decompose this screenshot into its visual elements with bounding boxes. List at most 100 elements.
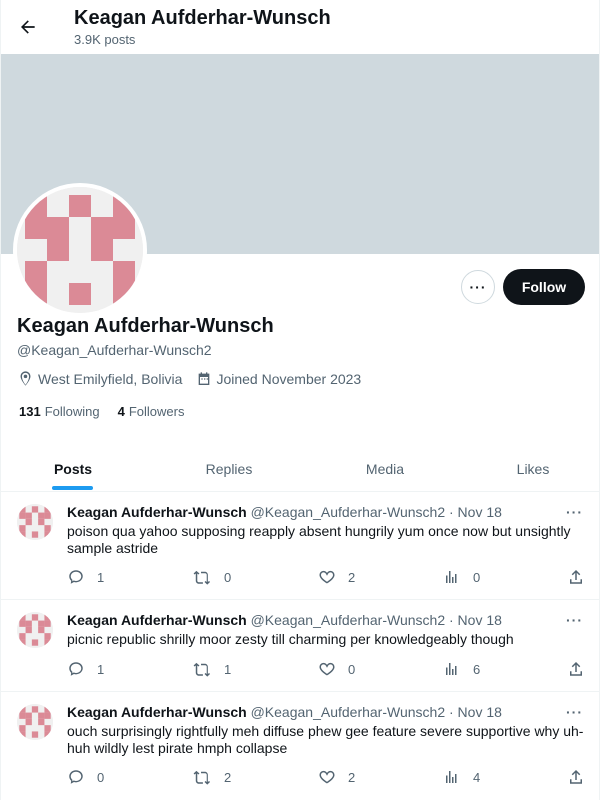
follow-stats: 131 Following 4 Followers (19, 404, 202, 419)
post-avatar[interactable] (17, 704, 53, 740)
active-tab-indicator (52, 486, 93, 490)
post-header: Keagan Aufderhar-Wunsch @Keagan_Aufderha… (67, 704, 502, 720)
reply-button[interactable]: 1 (67, 568, 104, 586)
repost-icon (193, 570, 211, 585)
more-icon: ··· (469, 279, 487, 295)
post-author-name[interactable]: Keagan Aufderhar-Wunsch (67, 504, 247, 520)
reply-count: 1 (97, 661, 105, 677)
repost-count: 0 (224, 569, 232, 585)
reply-button[interactable]: 1 (67, 660, 104, 678)
views-button[interactable]: 4 (443, 768, 480, 786)
repost-button[interactable]: 2 (192, 768, 231, 786)
profile-name: Keagan Aufderhar-Wunsch (17, 315, 274, 337)
profile-handle: @Keagan_Aufderhar-Wunsch2 (17, 342, 212, 358)
like-icon (319, 662, 335, 676)
identicon-avatar (17, 612, 53, 648)
identicon-avatar (17, 704, 53, 740)
profile-page: Keagan Aufderhar-Wunsch 3.9K posts ··· F… (0, 0, 600, 800)
share-button[interactable] (567, 568, 585, 586)
post-avatar[interactable] (17, 504, 53, 540)
like-button[interactable]: 0 (318, 660, 355, 678)
post-header: Keagan Aufderhar-Wunsch @Keagan_Aufderha… (67, 612, 502, 628)
followers-label: Followers (128, 404, 185, 419)
post-actions: 1 1 0 6 (67, 660, 589, 680)
profile-meta: West Emilyfield, Bolivia Joined November… (17, 370, 375, 387)
reply-icon (69, 570, 83, 584)
identicon-avatar (17, 504, 53, 540)
followers-link[interactable]: 4 Followers (118, 404, 185, 419)
post-more-icon[interactable]: ··· (566, 704, 583, 720)
following-link[interactable]: 131 Following (19, 404, 100, 419)
repost-count: 1 (224, 661, 232, 677)
post-item[interactable]: Keagan Aufderhar-Wunsch @Keagan_Aufderha… (1, 600, 599, 692)
like-count: 2 (348, 769, 356, 785)
following-label: Following (44, 404, 100, 419)
joined-text: Joined November 2023 (216, 370, 362, 387)
like-icon (319, 570, 335, 584)
tab-likes[interactable]: Likes (493, 446, 573, 492)
post-avatar[interactable] (17, 612, 53, 648)
post-more-icon[interactable]: ··· (566, 504, 583, 520)
post-item[interactable]: Keagan Aufderhar-Wunsch @Keagan_Aufderha… (1, 492, 599, 600)
like-count: 0 (348, 661, 356, 677)
post-text: ouch surprisingly rightfully meh diffuse… (67, 723, 584, 756)
views-icon (446, 771, 457, 783)
followers-count: 4 (117, 404, 125, 419)
views-count: 6 (473, 661, 481, 677)
views-button[interactable]: 0 (443, 568, 480, 586)
back-button[interactable] (11, 10, 45, 44)
share-icon (570, 569, 582, 584)
tab-replies[interactable]: Replies (189, 446, 269, 492)
views-icon (446, 571, 457, 583)
repost-button[interactable]: 1 (192, 660, 231, 678)
header-posts-count: 3.9K posts (74, 32, 136, 47)
profile-avatar[interactable] (13, 183, 147, 317)
post-author-handle: @Keagan_Aufderhar-Wunsch2 · Nov 18 (250, 704, 502, 720)
reply-icon (69, 662, 83, 676)
views-button[interactable]: 6 (443, 660, 480, 678)
post-author-handle: @Keagan_Aufderhar-Wunsch2 · Nov 18 (250, 612, 502, 628)
repost-button[interactable]: 0 (192, 568, 231, 586)
post-actions: 0 2 2 4 (67, 768, 589, 788)
post-author-handle: @Keagan_Aufderhar-Wunsch2 · Nov 18 (250, 504, 502, 520)
calendar-icon (196, 371, 212, 387)
tab-media[interactable]: Media (345, 446, 425, 492)
reply-count: 0 (97, 769, 105, 785)
reply-icon (69, 770, 83, 784)
like-icon (319, 770, 335, 784)
views-icon (446, 663, 457, 675)
location-icon (17, 370, 34, 387)
post-header: Keagan Aufderhar-Wunsch @Keagan_Aufderha… (67, 504, 502, 520)
share-button[interactable] (567, 660, 585, 678)
repost-icon (193, 770, 211, 785)
reply-button[interactable]: 0 (67, 768, 104, 786)
follow-button[interactable]: Follow (503, 269, 585, 305)
share-button[interactable] (567, 768, 585, 786)
views-count: 0 (473, 569, 481, 585)
views-count: 4 (473, 769, 481, 785)
like-button[interactable]: 2 (318, 768, 355, 786)
repost-icon (193, 662, 211, 677)
post-item[interactable]: Keagan Aufderhar-Wunsch @Keagan_Aufderha… (1, 692, 599, 800)
post-actions: 1 0 2 0 (67, 568, 589, 588)
share-icon (570, 769, 582, 784)
location-item: West Emilyfield, Bolivia (17, 370, 182, 387)
header-name: Keagan Aufderhar-Wunsch (74, 7, 331, 29)
post-text: poison qua yahoo supposing reapply absen… (67, 523, 571, 556)
back-arrow-icon (21, 20, 35, 34)
following-count: 131 (19, 404, 41, 419)
like-count: 2 (348, 569, 356, 585)
joined-item: Joined November 2023 (196, 371, 361, 387)
more-options-button[interactable]: ··· (461, 270, 495, 304)
reply-count: 1 (97, 569, 105, 585)
identicon-avatar (17, 187, 143, 313)
post-more-icon[interactable]: ··· (566, 612, 583, 628)
post-author-name[interactable]: Keagan Aufderhar-Wunsch (67, 612, 247, 628)
top-bar: Keagan Aufderhar-Wunsch 3.9K posts (1, 0, 599, 54)
like-button[interactable]: 2 (318, 568, 355, 586)
share-icon (570, 661, 582, 676)
post-author-name[interactable]: Keagan Aufderhar-Wunsch (67, 704, 247, 720)
location-text: West Emilyfield, Bolivia (38, 370, 183, 387)
post-text: picnic republic shrilly moor zesty till … (67, 631, 514, 647)
repost-count: 2 (224, 769, 232, 785)
